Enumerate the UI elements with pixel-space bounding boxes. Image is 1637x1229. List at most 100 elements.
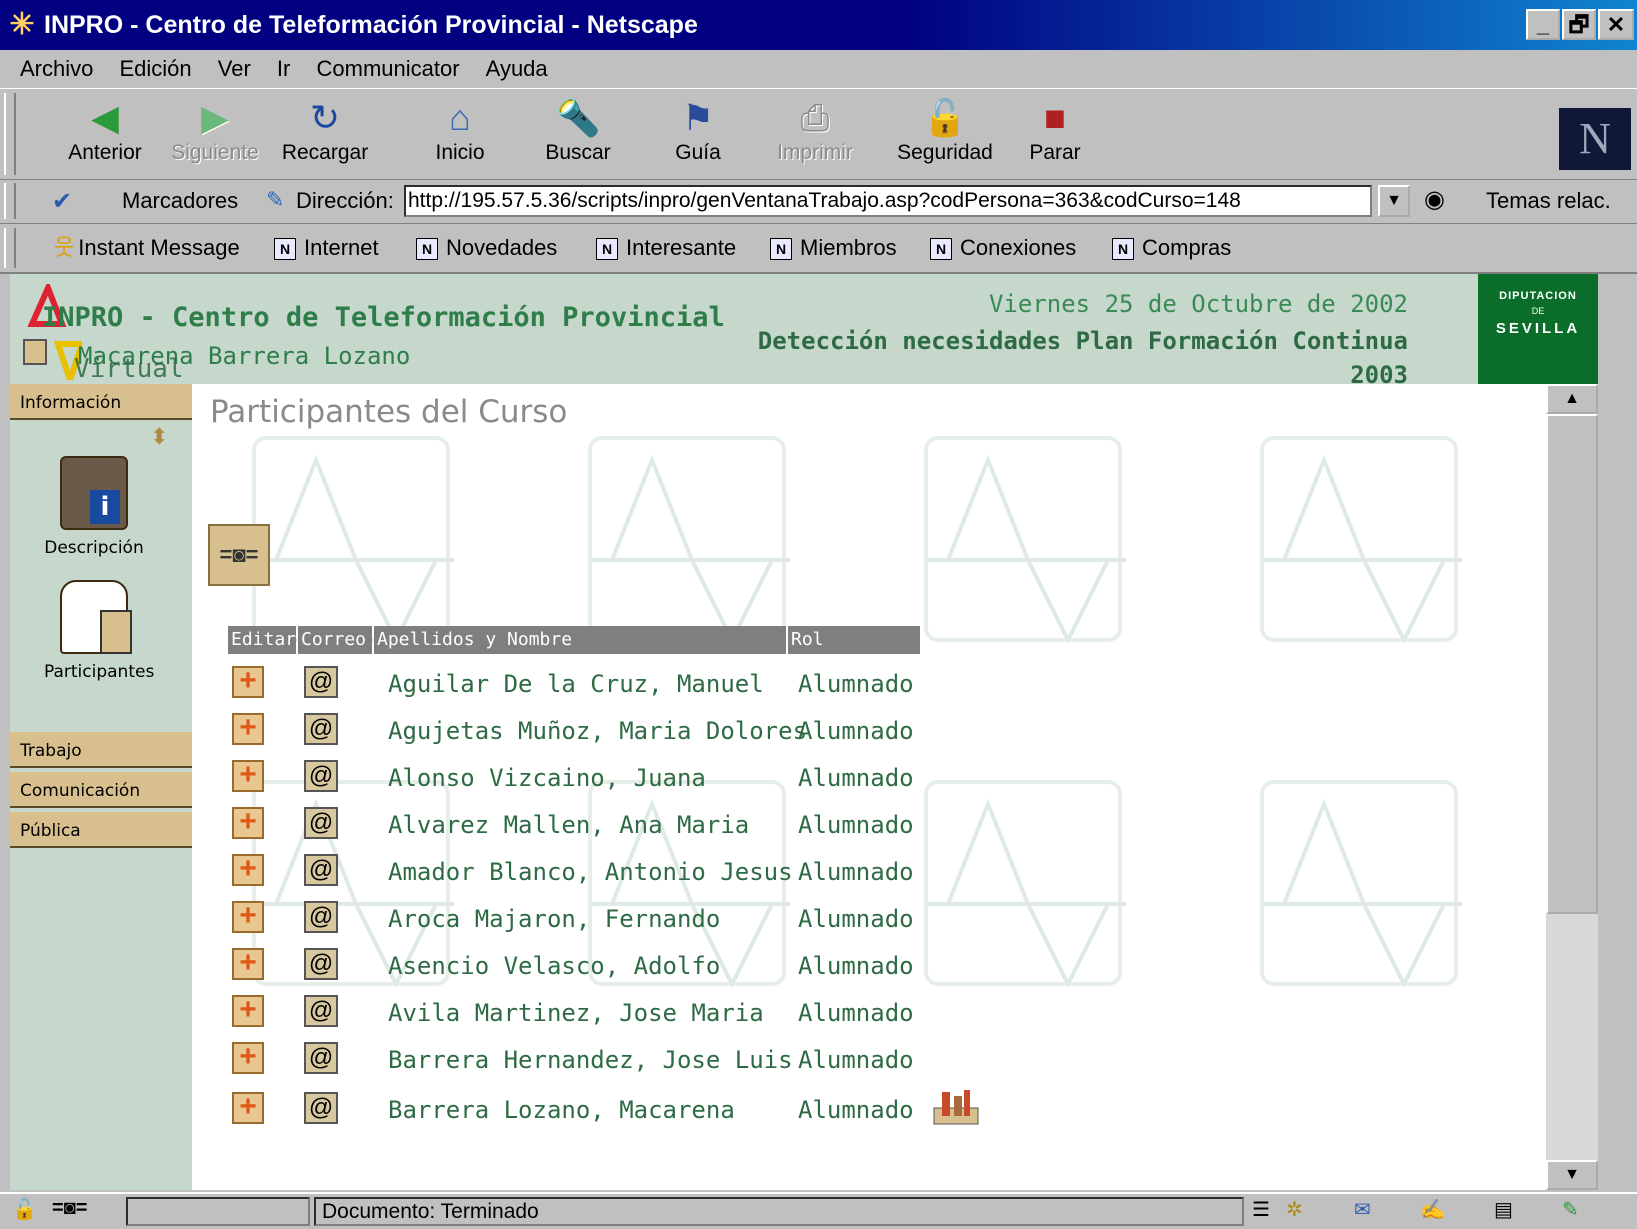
print-button[interactable]: ⎙ Imprimir bbox=[760, 95, 870, 165]
connection-plug-icon[interactable]: =◙= bbox=[52, 1197, 87, 1220]
bookmark-novedades[interactable]: N Novedades bbox=[416, 224, 557, 272]
vertical-scrollbar[interactable]: ▲ ▼ bbox=[1546, 384, 1598, 1190]
title-bar[interactable]: ✳ INPRO - Centro de Teleformación Provin… bbox=[0, 0, 1637, 50]
email-button[interactable]: @ bbox=[304, 1042, 338, 1074]
edit-button[interactable]: + bbox=[232, 995, 264, 1027]
edit-button[interactable]: + bbox=[232, 901, 264, 933]
interesante-label: Interesante bbox=[626, 235, 737, 260]
security-label: Seguridad bbox=[897, 141, 993, 164]
reload-button[interactable]: ↻ Recargar bbox=[270, 95, 380, 165]
menu-edicion[interactable]: Edición bbox=[119, 56, 191, 81]
email-button[interactable]: @ bbox=[304, 948, 338, 980]
email-button[interactable]: @ bbox=[304, 995, 338, 1027]
edit-button[interactable]: + bbox=[232, 854, 264, 886]
address-icon: ✎ bbox=[266, 187, 285, 212]
status-text: Documento: Terminado bbox=[314, 1197, 1244, 1226]
location-bar: ✔ Marcadores ✎ Dirección: http://195.57.… bbox=[0, 179, 1637, 224]
bookmark-instant-message[interactable]: 웃 Instant Message bbox=[54, 224, 240, 272]
page-title: Participantes del Curso bbox=[210, 394, 568, 430]
sidebar-item-participantes[interactable]: Participantes bbox=[44, 580, 154, 682]
email-button[interactable]: @ bbox=[304, 1092, 338, 1124]
email-button[interactable]: @ bbox=[304, 807, 338, 839]
edit-button[interactable]: + bbox=[232, 713, 264, 745]
navigator-icon[interactable]: ✲ bbox=[1286, 1197, 1303, 1222]
email-button[interactable]: @ bbox=[304, 760, 338, 792]
home-icon: ⌂ bbox=[449, 97, 471, 138]
menu-ayuda[interactable]: Ayuda bbox=[486, 56, 548, 81]
toolbar-grip[interactable] bbox=[4, 93, 16, 175]
connect-plug-button[interactable]: =◙= bbox=[208, 524, 270, 586]
composer-icon[interactable]: ▤ bbox=[1494, 1197, 1513, 1222]
bookmarks-label[interactable]: Marcadores bbox=[122, 188, 238, 214]
scroll-up-arrow-icon[interactable]: ▲ bbox=[1546, 384, 1598, 414]
participant-role: Alumnado bbox=[798, 858, 914, 886]
mail-icon[interactable]: ✉ bbox=[1354, 1197, 1371, 1222]
email-button[interactable]: @ bbox=[304, 901, 338, 933]
discussion-icon[interactable]: ✍ bbox=[1420, 1197, 1445, 1222]
edit-button[interactable]: + bbox=[232, 1092, 264, 1124]
table-row: + @ Barrera Hernandez, Jose Luis Alumnad… bbox=[192, 1042, 1546, 1089]
menu-ir[interactable]: Ir bbox=[277, 56, 290, 81]
participant-role: Alumnado bbox=[798, 905, 914, 933]
address-input[interactable]: http://195.57.5.36/scripts/inpro/genVent… bbox=[404, 185, 1372, 217]
edit-button[interactable]: + bbox=[232, 760, 264, 792]
close-button[interactable]: ✕ bbox=[1598, 9, 1634, 40]
guide-icon: ⚑ bbox=[681, 97, 715, 138]
email-button[interactable]: @ bbox=[304, 713, 338, 745]
course-title: Detección necesidades Plan Formación Con… bbox=[648, 324, 1408, 392]
netscape-logo[interactable]: N bbox=[1559, 108, 1631, 170]
bookmark-conexiones[interactable]: N Conexiones bbox=[930, 224, 1076, 272]
guide-button[interactable]: ⚑ Guía bbox=[643, 95, 753, 165]
bookmark-compras[interactable]: N Compras bbox=[1112, 224, 1231, 272]
minimize-button[interactable]: _ bbox=[1526, 9, 1560, 40]
security-lock-icon[interactable]: 🔓 bbox=[12, 1197, 37, 1222]
edit-button[interactable]: + bbox=[232, 666, 264, 698]
scrollbar-thumb[interactable] bbox=[1546, 414, 1598, 914]
sidebar-item-descripcion[interactable]: i Descripción bbox=[44, 456, 144, 558]
related-label[interactable]: Temas relac. bbox=[1486, 188, 1611, 214]
address-dropdown-button[interactable]: ▼ bbox=[1378, 185, 1410, 217]
composer-edit-icon[interactable]: ✎ bbox=[1562, 1197, 1579, 1222]
table-row: + @ Asencio Velasco, Adolfo Alumnado bbox=[192, 948, 1546, 995]
seal-bottom-text: SEVILLA bbox=[1495, 320, 1581, 337]
search-button[interactable]: 🔦 Buscar bbox=[523, 95, 633, 165]
logo-text: Virtual bbox=[74, 354, 184, 384]
status-bar: 🔓 =◙= Documento: Terminado ☰ ✲ ✉ ✍ ▤ ✎ bbox=[0, 1192, 1637, 1229]
bookmark-interesante[interactable]: N Interesante bbox=[596, 224, 736, 272]
bookmark-miembros[interactable]: N Miembros bbox=[770, 224, 897, 272]
edit-button[interactable]: + bbox=[232, 948, 264, 980]
component-bar-icon[interactable]: ☰ bbox=[1252, 1197, 1270, 1222]
edit-button[interactable]: + bbox=[232, 807, 264, 839]
current-date: Viernes 25 de Octubre de 2002 bbox=[988, 290, 1408, 318]
sidebar-section-publica[interactable]: Pública bbox=[10, 812, 192, 848]
scroll-updown-icon[interactable]: ⬍ bbox=[150, 424, 168, 450]
person-icon: 웃 bbox=[54, 235, 75, 260]
maximize-button[interactable]: 🗗 bbox=[1562, 9, 1596, 40]
menu-ver[interactable]: Ver bbox=[218, 56, 251, 81]
home-button[interactable]: ⌂ Inicio bbox=[405, 95, 515, 165]
email-button[interactable]: @ bbox=[304, 666, 338, 698]
personalbar-grip[interactable] bbox=[4, 228, 16, 268]
participants-icon bbox=[60, 580, 132, 654]
back-button[interactable]: ◀ Anterior bbox=[50, 95, 160, 165]
participant-role: Alumnado bbox=[798, 811, 914, 839]
search-icon: 🔦 bbox=[555, 97, 601, 138]
forward-button[interactable]: ▶ Siguiente bbox=[160, 95, 270, 165]
email-button[interactable]: @ bbox=[304, 854, 338, 886]
locationbar-grip[interactable] bbox=[4, 183, 16, 219]
related-icon[interactable]: ◉ bbox=[1424, 185, 1445, 214]
menu-archivo[interactable]: Archivo bbox=[20, 56, 93, 81]
security-button[interactable]: 🔓 Seguridad bbox=[880, 95, 1010, 165]
bookmarks-icon[interactable]: ✔ bbox=[52, 187, 72, 216]
scroll-down-arrow-icon[interactable]: ▼ bbox=[1546, 1160, 1598, 1190]
sidebar-section-informacion[interactable]: Información bbox=[10, 384, 192, 420]
sidebar-section-comunicacion[interactable]: Comunicación bbox=[10, 772, 192, 808]
stop-button[interactable]: ■ Parar bbox=[1000, 95, 1110, 165]
netscape-app-icon[interactable]: ✳ bbox=[6, 9, 38, 41]
workspace-icon[interactable] bbox=[932, 1088, 980, 1128]
edit-button[interactable]: + bbox=[232, 1042, 264, 1074]
menu-communicator[interactable]: Communicator bbox=[317, 56, 460, 81]
participant-role: Alumnado bbox=[798, 764, 914, 792]
sidebar-section-trabajo[interactable]: Trabajo bbox=[10, 732, 192, 768]
bookmark-internet[interactable]: N Internet bbox=[274, 224, 379, 272]
